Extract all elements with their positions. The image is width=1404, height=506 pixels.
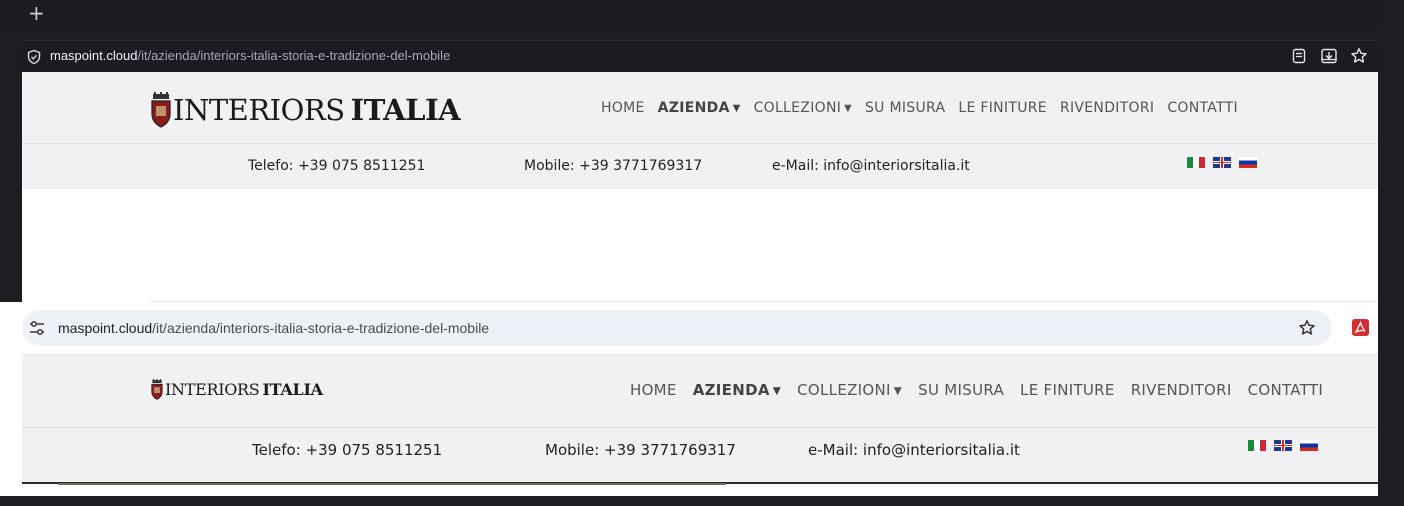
page-body-blank	[22, 189, 1378, 302]
chevron-down-icon: ▼	[893, 385, 903, 397]
site-header-small: INTERIORS ITALIA HOME AZIENDA ▼ COLLEZIONI…	[22, 354, 1378, 485]
contact-phone[interactable]: Telefo: +39 075 8511251	[252, 441, 442, 459]
site-logo[interactable]: INTERIORS ITALIA	[150, 92, 461, 128]
reader-view-icon[interactable]	[1290, 47, 1308, 65]
save-to-pocket-icon[interactable]	[1320, 47, 1338, 65]
contact-email[interactable]: e-Mail: info@interiorsitalia.it	[808, 441, 1020, 459]
crest-icon	[151, 379, 163, 400]
nav-label: LE FINITURE	[1020, 381, 1115, 399]
logo-text-interiors: INTERIORS	[165, 380, 260, 399]
firefox-tab-bar: +	[0, 0, 1404, 30]
nav-label: CONTATTI	[1167, 100, 1238, 116]
chevron-down-icon: ▼	[732, 103, 741, 114]
nav-collezioni[interactable]: COLLEZIONI ▼	[754, 100, 852, 116]
content-edge	[58, 483, 726, 485]
site-header-large: INTERIORS ITALIA HOME AZIENDA ▼ COLLEZIONI…	[22, 72, 1378, 189]
nav-label: LE FINITURE	[958, 100, 1047, 116]
nav-contatti[interactable]: CONTATTI	[1167, 100, 1238, 116]
flag-italy-icon[interactable]	[1248, 440, 1266, 451]
chrome-window: maspoint.cloud/it/azienda/interiors-ital…	[0, 302, 1378, 496]
url-host: maspoint.cloud	[50, 48, 138, 63]
nav-azienda[interactable]: AZIENDA ▼	[693, 381, 781, 399]
contact-mobile[interactable]: Mobile: +39 3771769317	[524, 158, 702, 174]
flag-russia-icon[interactable]	[1300, 440, 1318, 451]
site-settings-icon[interactable]	[28, 320, 46, 336]
url-path: /it/azienda/interiors-italia-storia-e-tr…	[152, 320, 490, 336]
nav-su-misura[interactable]: SU MISURA	[918, 381, 1004, 399]
flag-uk-icon[interactable]	[1274, 440, 1292, 451]
window-edge	[0, 496, 1404, 506]
nav-label: COLLEZIONI	[753, 100, 842, 116]
contact-email[interactable]: e-Mail: info@interiorsitalia.it	[772, 158, 970, 174]
window-edge	[1378, 0, 1404, 506]
chrome-url-text[interactable]: maspoint.cloud/it/azienda/interiors-ital…	[58, 320, 489, 336]
url-host: maspoint.cloud	[58, 320, 153, 336]
site-nav-bar: INTERIORS ITALIA HOME AZIENDA ▼ COLLEZIONI…	[22, 354, 1378, 428]
logo-wordmark: INTERIORS ITALIA	[165, 380, 323, 399]
language-flags	[1248, 440, 1318, 451]
logo-text-italia: ITALIA	[262, 380, 323, 399]
nav-le-finiture[interactable]: LE FINITURE	[1020, 381, 1115, 399]
crest-icon	[151, 92, 171, 128]
nav-rivenditori[interactable]: RIVENDITORI	[1131, 381, 1232, 399]
logo-text-interiors: INTERIORS	[173, 93, 345, 127]
main-nav: HOME AZIENDA ▼ COLLEZIONI ▼ SU MISURA LE F…	[630, 381, 1323, 399]
flag-russia-icon[interactable]	[1239, 157, 1257, 168]
nav-home[interactable]: HOME	[630, 381, 677, 399]
flag-italy-icon[interactable]	[1187, 157, 1205, 168]
main-nav: HOME AZIENDA ▼ COLLEZIONI ▼ SU MISURA LE F…	[601, 100, 1238, 116]
pdf-extension-icon[interactable]	[1352, 319, 1369, 336]
nav-label: AZIENDA	[657, 100, 730, 116]
nav-azienda[interactable]: AZIENDA ▼	[658, 100, 741, 116]
nav-label: SU MISURA	[918, 381, 1005, 399]
site-nav-bar: INTERIORS ITALIA HOME AZIENDA ▼ COLLEZIONI…	[22, 72, 1378, 144]
new-tab-button[interactable]: +	[28, 1, 45, 25]
bookmark-star-icon[interactable]	[1350, 47, 1368, 65]
firefox-address-bar[interactable]: maspoint.cloud/it/azienda/interiors-ital…	[22, 40, 1378, 72]
nav-collezioni[interactable]: COLLEZIONI ▼	[797, 381, 902, 399]
nav-label: SU MISURA	[865, 100, 946, 116]
site-logo[interactable]: INTERIORS ITALIA	[150, 379, 323, 400]
nav-rivenditori[interactable]: RIVENDITORI	[1060, 100, 1154, 116]
chrome-omnibox[interactable]: maspoint.cloud/it/azienda/interiors-ital…	[22, 310, 1332, 346]
chevron-down-icon: ▼	[844, 103, 852, 114]
logo-text-italia: ITALIA	[350, 93, 461, 127]
logo-wordmark: INTERIORS ITALIA	[173, 93, 461, 127]
nav-label: AZIENDA	[692, 381, 770, 399]
bookmark-star-icon[interactable]	[1298, 319, 1316, 337]
firefox-url-text[interactable]: maspoint.cloud/it/azienda/interiors-ital…	[50, 48, 450, 63]
shield-icon[interactable]	[26, 49, 42, 65]
nav-le-finiture[interactable]: LE FINITURE	[958, 100, 1047, 116]
nav-contatti[interactable]: CONTATTI	[1248, 381, 1323, 399]
contact-mobile[interactable]: Mobile: +39 3771769317	[545, 441, 736, 459]
chevron-down-icon: ▼	[772, 385, 782, 397]
flag-uk-icon[interactable]	[1213, 157, 1231, 168]
nav-label: HOME	[630, 381, 677, 399]
contact-phone[interactable]: Telefo: +39 075 8511251	[248, 158, 425, 174]
nav-label: CONTATTI	[1247, 381, 1324, 399]
nav-label: RIVENDITORI	[1130, 381, 1232, 399]
nav-label: RIVENDITORI	[1059, 100, 1155, 116]
nav-home[interactable]: HOME	[601, 100, 645, 116]
nav-su-misura[interactable]: SU MISURA	[865, 100, 945, 116]
nav-label: COLLEZIONI	[797, 381, 891, 399]
firefox-page-actions	[1290, 47, 1368, 65]
language-flags	[1187, 157, 1257, 168]
url-path: /it/azienda/interiors-italia-storia-e-tr…	[137, 48, 451, 63]
nav-label: HOME	[601, 100, 645, 116]
